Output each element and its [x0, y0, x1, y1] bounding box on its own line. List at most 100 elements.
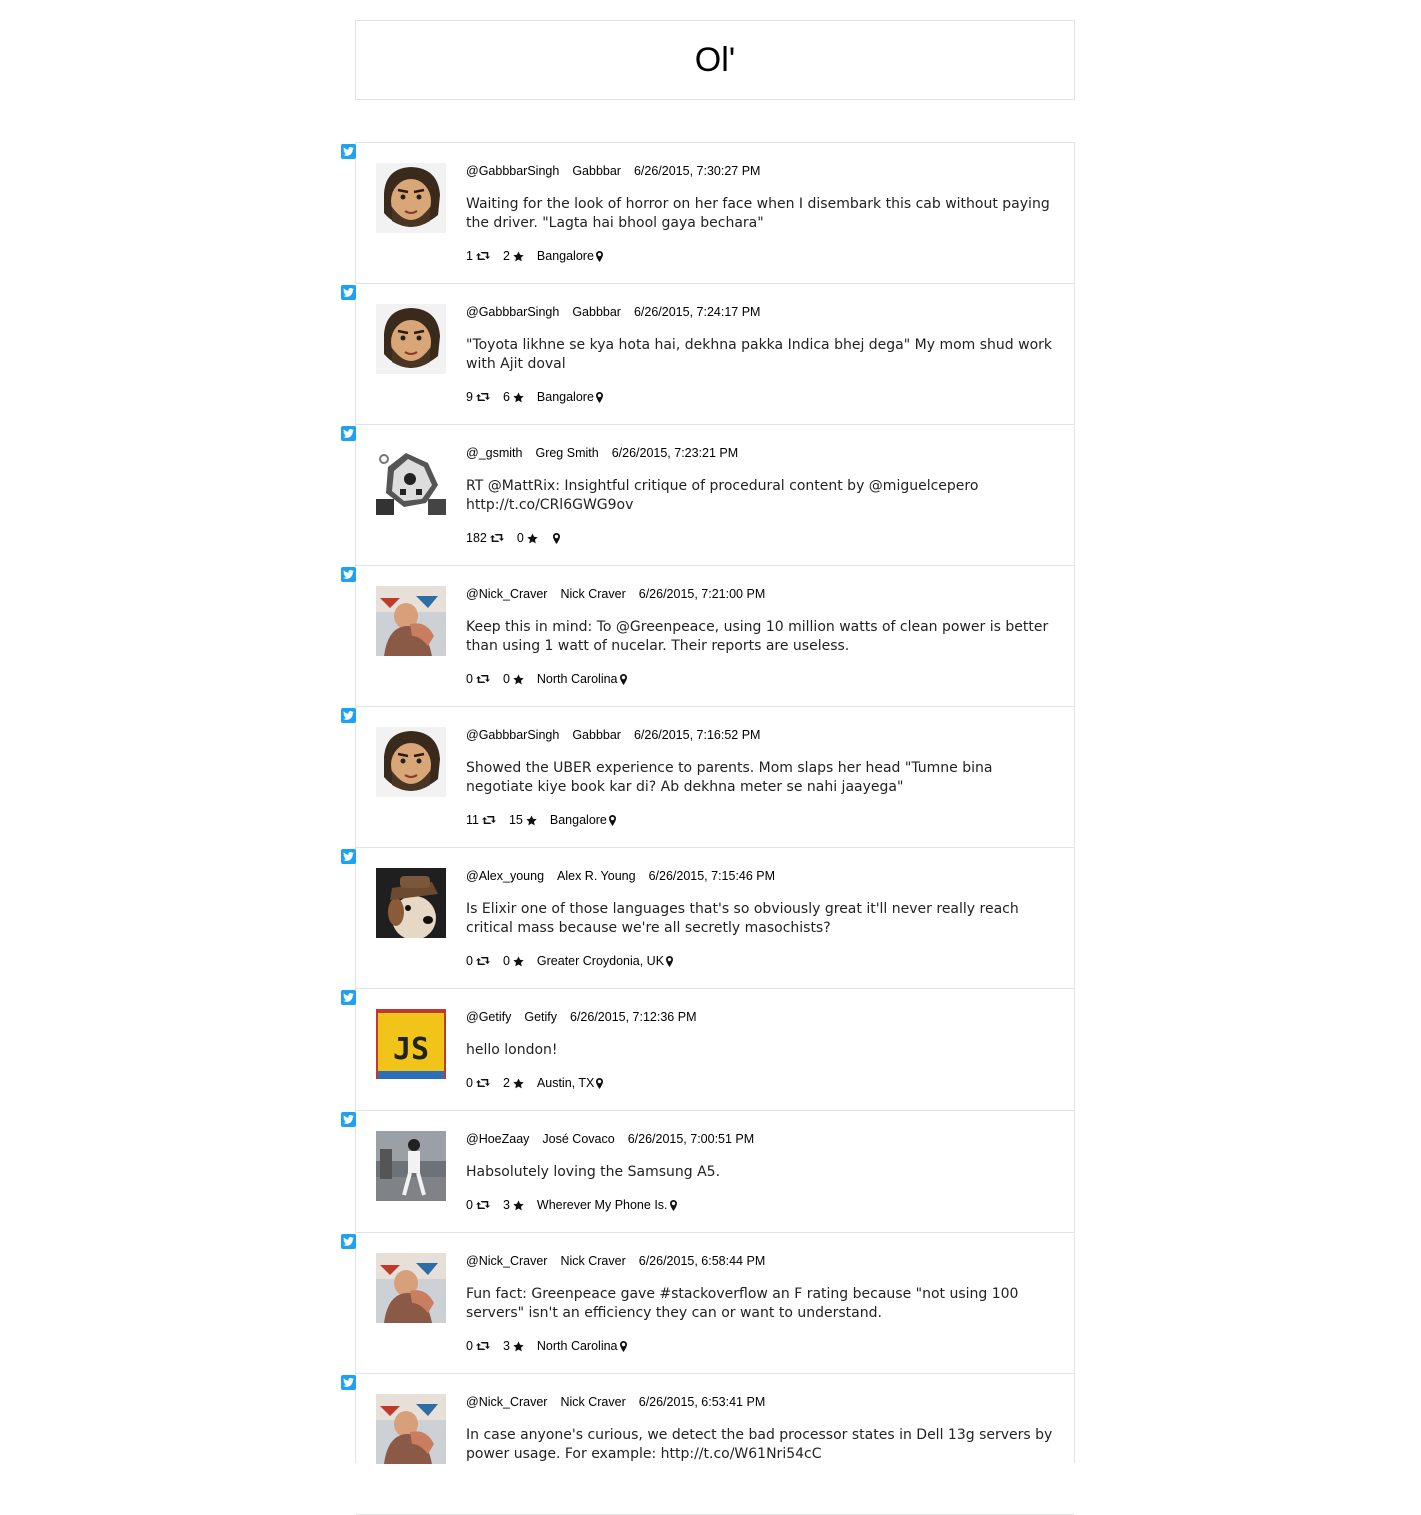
tweet-location: Greater Croydonia, UK — [537, 954, 674, 968]
user-handle[interactable]: @HoeZaay — [466, 1132, 529, 1146]
retweet-icon[interactable] — [475, 1200, 490, 1210]
tweet-stats: 182 0 — [466, 531, 560, 545]
user-handle[interactable]: @_gsmith — [466, 446, 522, 460]
tweet-item[interactable]: JS @Getify Getify 6/26/2015, 7:12:36 PM hell… — [341, 989, 1074, 1111]
tweet-location: Bangalore — [550, 813, 616, 827]
tweet-item[interactable]: @Alex_young Alex R. Young 6/26/2015, 7:15:… — [341, 848, 1074, 989]
tweet-timestamp: 6/26/2015, 7:24:17 PM — [633, 305, 761, 319]
user-name: Nick Craver — [560, 587, 626, 601]
tweet-meta: @_gsmith Greg Smith 6/26/2015, 7:23:21 PM — [466, 446, 751, 460]
avatar[interactable] — [376, 727, 446, 797]
favorite-count[interactable]: 2 — [503, 249, 524, 263]
retweet-icon[interactable] — [475, 956, 490, 966]
favorite-count[interactable]: 6 — [503, 390, 524, 404]
user-handle[interactable]: @Nick_Craver — [466, 1254, 547, 1268]
location-pin-icon — [669, 1199, 677, 1211]
twitter-source-badge — [341, 990, 356, 1005]
favorite-star-icon[interactable] — [513, 955, 524, 967]
avatar[interactable] — [376, 586, 446, 656]
avatar[interactable] — [376, 304, 446, 374]
tweet-location — [551, 532, 560, 544]
favorite-count[interactable]: 15 — [509, 813, 537, 827]
retweet-count[interactable]: 9 — [466, 390, 490, 404]
retweet-count[interactable]: 182 — [466, 531, 504, 545]
retweet-count[interactable]: 0 — [466, 954, 490, 968]
retweet-icon[interactable] — [475, 1078, 490, 1088]
tweet-item[interactable]: @Nick_Craver Nick Craver 6/26/2015, 7:21:0… — [341, 566, 1074, 707]
retweet-count[interactable]: 0 — [466, 1339, 490, 1353]
retweet-icon[interactable] — [481, 815, 496, 825]
avatar[interactable] — [376, 868, 446, 938]
retweet-count[interactable]: 0 — [466, 1076, 490, 1090]
avatar[interactable]: JS — [376, 1009, 446, 1079]
tweet-item[interactable]: @GabbbarSingh Gabbbar 6/26/2015, 7:30:27 P… — [341, 143, 1074, 284]
avatar[interactable] — [376, 445, 446, 515]
favorite-count[interactable]: 0 — [517, 531, 538, 545]
tweet-meta: @Nick_Craver Nick Craver 6/26/2015, 6:58:4… — [466, 1254, 778, 1268]
twitter-source-badge — [341, 1112, 356, 1127]
tweet-item[interactable]: @Nick_Craver Nick Craver 6/26/2015, 6:53:4… — [341, 1374, 1074, 1515]
favorite-star-icon[interactable] — [513, 673, 524, 685]
location-label: Bangalore — [549, 813, 607, 827]
favorite-star-icon[interactable] — [513, 1077, 524, 1089]
user-handle[interactable]: @Alex_young — [466, 869, 544, 883]
avatar[interactable] — [376, 1131, 446, 1201]
favorite-star-icon[interactable] — [513, 1199, 524, 1211]
favorite-star-icon[interactable] — [513, 250, 524, 262]
location-pin-icon — [619, 1340, 627, 1352]
tweet-item[interactable]: @HoeZaay José Covaco 6/26/2015, 7:00:51 PM… — [341, 1111, 1074, 1233]
retweet-icon[interactable] — [475, 674, 490, 684]
twitter-source-badge — [341, 1375, 356, 1390]
tweet-meta: @Nick_Craver Nick Craver 6/26/2015, 6:53:4… — [466, 1395, 778, 1409]
tweet-text: "Toyota likhne se kya hota hai, dekhna p… — [466, 337, 1053, 372]
favorite-count-value: 0 — [516, 531, 524, 545]
tweet-timestamp: 6/26/2015, 7:12:36 PM — [570, 1010, 697, 1024]
retweet-count[interactable]: 0 — [466, 1198, 490, 1212]
tweet-item[interactable]: @GabbbarSingh Gabbbar 6/26/2015, 7:24:17 P… — [341, 284, 1074, 425]
tweet-location: Austin, TX — [537, 1076, 604, 1090]
twitter-bird-icon — [343, 1115, 354, 1124]
twitter-source-badge — [341, 849, 356, 864]
favorite-count[interactable]: 3 — [503, 1198, 524, 1212]
favorite-count[interactable]: 2 — [503, 1076, 524, 1090]
retweet-icon[interactable] — [475, 251, 490, 261]
location-label: Wherever My Phone Is. — [536, 1198, 668, 1212]
favorite-count[interactable]: 0 — [503, 672, 524, 686]
tweet-item[interactable]: @Nick_Craver Nick Craver 6/26/2015, 6:58:4… — [341, 1233, 1074, 1374]
tweet-timestamp: 6/26/2015, 7:00:51 PM — [627, 1132, 755, 1146]
retweet-count[interactable]: 11 — [466, 813, 496, 827]
retweet-icon[interactable] — [475, 392, 490, 402]
user-handle[interactable]: @Nick_Craver — [466, 587, 547, 601]
favorite-star-icon[interactable] — [513, 391, 524, 403]
user-handle[interactable]: @Nick_Craver — [466, 1395, 547, 1409]
retweet-count[interactable]: 1 — [466, 249, 490, 263]
favorite-count[interactable]: 0 — [503, 954, 524, 968]
svg-text:JS: JS — [393, 1032, 429, 1067]
avatar[interactable] — [376, 1394, 446, 1464]
tweet-item[interactable]: @_gsmith Greg Smith 6/26/2015, 7:23:21 PM R… — [341, 425, 1074, 566]
tweet-location: Wherever My Phone Is. — [537, 1198, 677, 1212]
avatar[interactable] — [376, 1253, 446, 1323]
favorite-count[interactable]: 3 — [503, 1339, 524, 1353]
favorite-count-value: 15 — [508, 813, 523, 827]
location-label: North Carolina — [536, 672, 618, 686]
retweet-count[interactable]: 0 — [466, 672, 490, 686]
favorite-star-icon[interactable] — [513, 1340, 524, 1352]
avatar[interactable] — [376, 163, 446, 233]
user-name: José Covaco — [542, 1132, 615, 1146]
user-handle[interactable]: @GabbbarSingh — [466, 305, 559, 319]
retweet-icon[interactable] — [489, 533, 504, 543]
favorite-count-value: 2 — [502, 1076, 510, 1090]
favorite-count-value: 0 — [502, 672, 510, 686]
user-handle[interactable]: @Getify — [466, 1010, 511, 1024]
user-handle[interactable]: @GabbbarSingh — [466, 164, 559, 178]
user-name: Gabbbar — [572, 305, 621, 319]
favorite-star-icon[interactable] — [526, 814, 537, 826]
tweet-location: North Carolina — [537, 1339, 627, 1353]
tweet-meta: @Nick_Craver Nick Craver 6/26/2015, 7:21:0… — [466, 587, 778, 601]
tweet-timestamp: 6/26/2015, 7:23:21 PM — [611, 446, 739, 460]
tweet-item[interactable]: @GabbbarSingh Gabbbar 6/26/2015, 7:16:52 P… — [341, 707, 1074, 848]
retweet-icon[interactable] — [475, 1341, 490, 1351]
user-handle[interactable]: @GabbbarSingh — [466, 728, 559, 742]
favorite-star-icon[interactable] — [527, 532, 538, 544]
